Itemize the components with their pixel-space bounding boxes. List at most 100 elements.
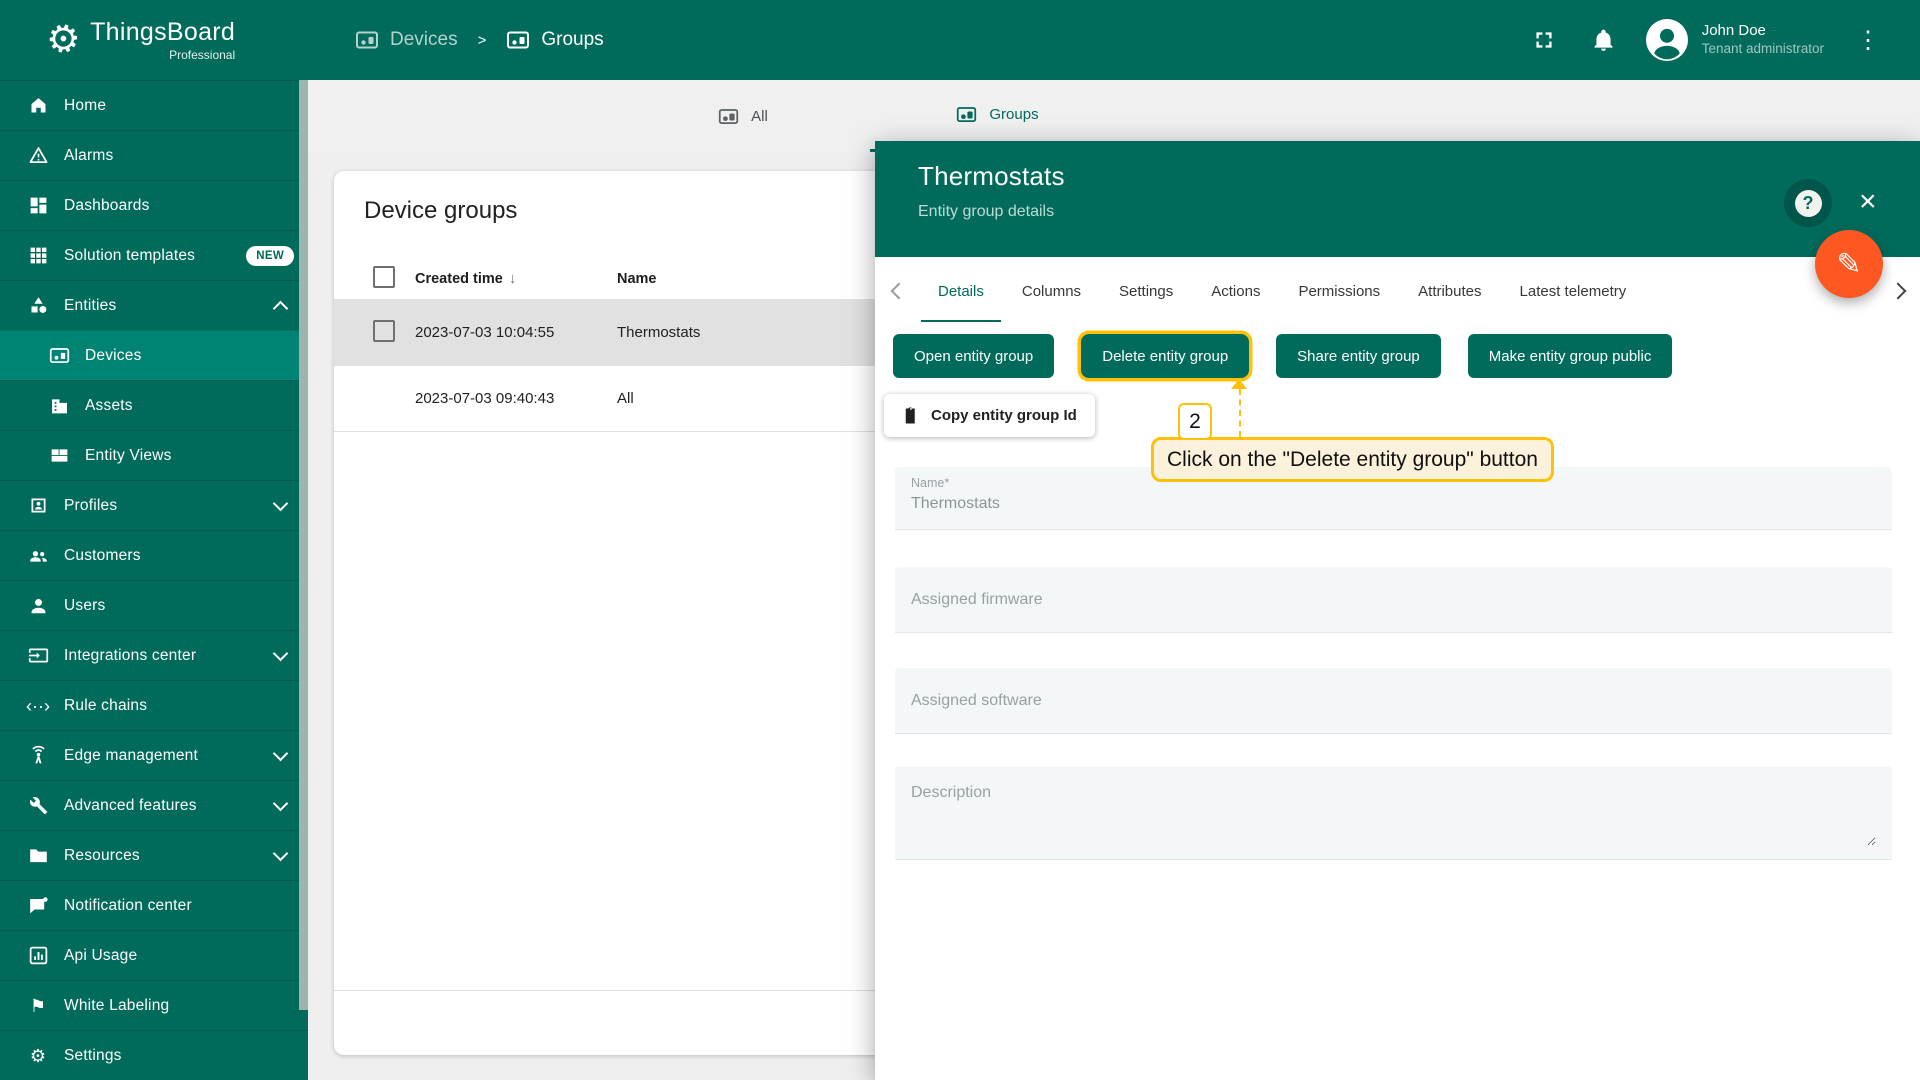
make-entity-group-public-button[interactable]: Make entity group public xyxy=(1467,334,1673,378)
column-created-time[interactable]: Created time ↓ xyxy=(415,270,617,287)
tutorial-arrow-icon xyxy=(1231,379,1247,389)
sidebar-item-advanced-features[interactable]: Advanced features xyxy=(0,780,308,830)
tab-settings[interactable]: Settings xyxy=(1119,257,1173,325)
open-entity-group-button[interactable]: Open entity group xyxy=(893,334,1055,378)
clipboard-icon xyxy=(905,406,915,423)
dashboards-icon xyxy=(25,195,51,216)
avatar[interactable] xyxy=(1645,19,1688,61)
select-all-checkbox[interactable] xyxy=(373,265,395,288)
sidebar-item-profiles[interactable]: Profiles xyxy=(0,480,308,530)
fullscreen-icon xyxy=(1536,32,1552,48)
sidebar-item-dashboards[interactable]: Dashboards xyxy=(0,180,308,230)
sidebar-item-edge-management[interactable]: Edge management xyxy=(0,730,308,780)
api-usage-icon xyxy=(25,945,51,966)
tab-details[interactable]: Details xyxy=(921,257,1001,325)
delete-entity-group-button[interactable]: Delete entity group xyxy=(1081,334,1250,378)
more-vert-icon: ⋮ xyxy=(1856,26,1880,54)
tabs-scroll-left-icon[interactable] xyxy=(890,282,908,300)
sidebar-item-solution-templates[interactable]: Solution templates NEW xyxy=(0,230,308,280)
edit-fab-button[interactable]: ✎ xyxy=(1815,230,1883,298)
panel-header: Thermostats Entity group details ? × xyxy=(875,141,1920,257)
panel-title: Thermostats xyxy=(918,161,1065,191)
sidebar-item-entity-views[interactable]: Entity Views xyxy=(0,430,308,480)
sort-desc-icon: ↓ xyxy=(508,270,517,287)
sidebar-item-api-usage[interactable]: Api Usage xyxy=(0,930,308,980)
sidebar-nav: Home Alarms Dashboards Solution template… xyxy=(0,80,308,1080)
profiles-icon xyxy=(25,495,51,516)
copy-entity-group-id-button[interactable]: Copy entity group Id xyxy=(884,394,1095,437)
settings-icon: ⚙ xyxy=(29,1045,47,1066)
breadcrumb-groups[interactable]: Groups xyxy=(506,28,604,52)
entity-group-form: Name* xyxy=(895,467,1892,860)
help-icon: ? xyxy=(1794,189,1822,217)
assigned-firmware-input[interactable] xyxy=(911,590,1876,609)
tutorial-tooltip: Click on the "Delete entity group" butto… xyxy=(1151,437,1554,482)
tab-label: Groups xyxy=(989,106,1039,123)
sidebar: ⚙ ThingsBoard Professional Home Alarms D… xyxy=(0,0,308,1080)
tabs-scroll-right-icon[interactable] xyxy=(1889,282,1907,300)
close-icon: × xyxy=(1859,185,1877,218)
sidebar-item-settings[interactable]: ⚙ Settings xyxy=(0,1030,308,1080)
chevron-down-icon xyxy=(272,845,289,861)
sidebar-item-resources[interactable]: Resources xyxy=(0,830,308,880)
thingsboard-logo[interactable]: ⚙ ThingsBoard Professional xyxy=(0,0,308,80)
chevron-down-icon xyxy=(272,745,289,761)
brand-suffix: Professional xyxy=(169,48,236,62)
chevron-down-icon xyxy=(272,795,289,811)
breadcrumb-label: Devices xyxy=(390,29,458,50)
user-info[interactable]: John Doe Tenant administrator xyxy=(1702,22,1824,58)
tab-attributes[interactable]: Attributes xyxy=(1418,257,1481,325)
entity-group-actions: Open entity group Delete entity group Sh… xyxy=(893,334,1673,378)
chevron-down-icon xyxy=(272,495,289,511)
name-input[interactable] xyxy=(911,495,1876,513)
notifications-button[interactable] xyxy=(1591,28,1616,53)
tutorial-step-badge: 2 xyxy=(1178,403,1212,440)
topbar: Devices > Groups John Doe Tenant adminis… xyxy=(308,0,1920,80)
user-icon xyxy=(1654,28,1680,60)
assigned-software-field[interactable] xyxy=(895,668,1892,734)
tab-all[interactable]: All xyxy=(653,80,833,152)
entity-group-details-panel: Thermostats Entity group details ? × ✎ D… xyxy=(875,141,1920,1080)
integrations-icon xyxy=(25,645,51,666)
breadcrumb-separator: > xyxy=(477,31,487,49)
rule-chains-icon: ‹··› xyxy=(26,695,50,716)
tab-actions[interactable]: Actions xyxy=(1211,257,1260,325)
help-button[interactable]: ? xyxy=(1784,179,1832,227)
tab-permissions[interactable]: Permissions xyxy=(1298,257,1380,325)
sidebar-item-rule-chains[interactable]: ‹··› Rule chains xyxy=(0,680,308,730)
solution-templates-icon xyxy=(25,245,51,266)
sidebar-scrollbar[interactable] xyxy=(299,80,308,1010)
chevron-up-icon xyxy=(272,300,289,316)
tutorial-connector-line xyxy=(1239,389,1241,437)
sidebar-item-entities[interactable]: Entities xyxy=(0,280,308,330)
sidebar-item-home[interactable]: Home xyxy=(0,80,308,130)
close-button[interactable]: × xyxy=(1853,186,1883,218)
assigned-firmware-field[interactable] xyxy=(895,567,1892,633)
sidebar-item-assets[interactable]: Assets xyxy=(0,380,308,430)
user-role: Tenant administrator xyxy=(1701,40,1824,56)
sidebar-item-integrations-center[interactable]: Integrations center xyxy=(0,630,308,680)
description-field[interactable] xyxy=(895,766,1892,860)
sidebar-item-white-labeling[interactable]: ⚑ White Labeling xyxy=(0,980,308,1030)
tab-latest-telemetry[interactable]: Latest telemetry xyxy=(1520,257,1627,325)
breadcrumb-devices[interactable]: Devices xyxy=(355,28,458,52)
sidebar-item-customers[interactable]: Customers xyxy=(0,530,308,580)
share-entity-group-button[interactable]: Share entity group xyxy=(1276,334,1441,378)
sidebar-item-users[interactable]: Users xyxy=(0,580,308,630)
entities-icon xyxy=(25,295,51,316)
fullscreen-button[interactable] xyxy=(1531,27,1557,53)
assigned-software-input[interactable] xyxy=(911,691,1876,710)
pencil-icon: ✎ xyxy=(1836,247,1862,281)
tab-label: All xyxy=(751,107,768,125)
sidebar-item-devices[interactable]: Devices xyxy=(0,330,308,380)
description-textarea[interactable] xyxy=(911,784,1876,846)
breadcrumb-label: Groups xyxy=(541,29,604,50)
tab-columns[interactable]: Columns xyxy=(1022,257,1081,325)
more-menu-button[interactable]: ⋮ xyxy=(1850,25,1886,56)
sidebar-item-notification-center[interactable]: Notification center xyxy=(0,880,308,930)
resources-icon xyxy=(25,845,51,866)
sidebar-item-alarms[interactable]: Alarms xyxy=(0,130,308,180)
bell-icon xyxy=(1594,29,1613,51)
row-checkbox[interactable] xyxy=(373,319,395,342)
users-icon xyxy=(25,595,51,616)
